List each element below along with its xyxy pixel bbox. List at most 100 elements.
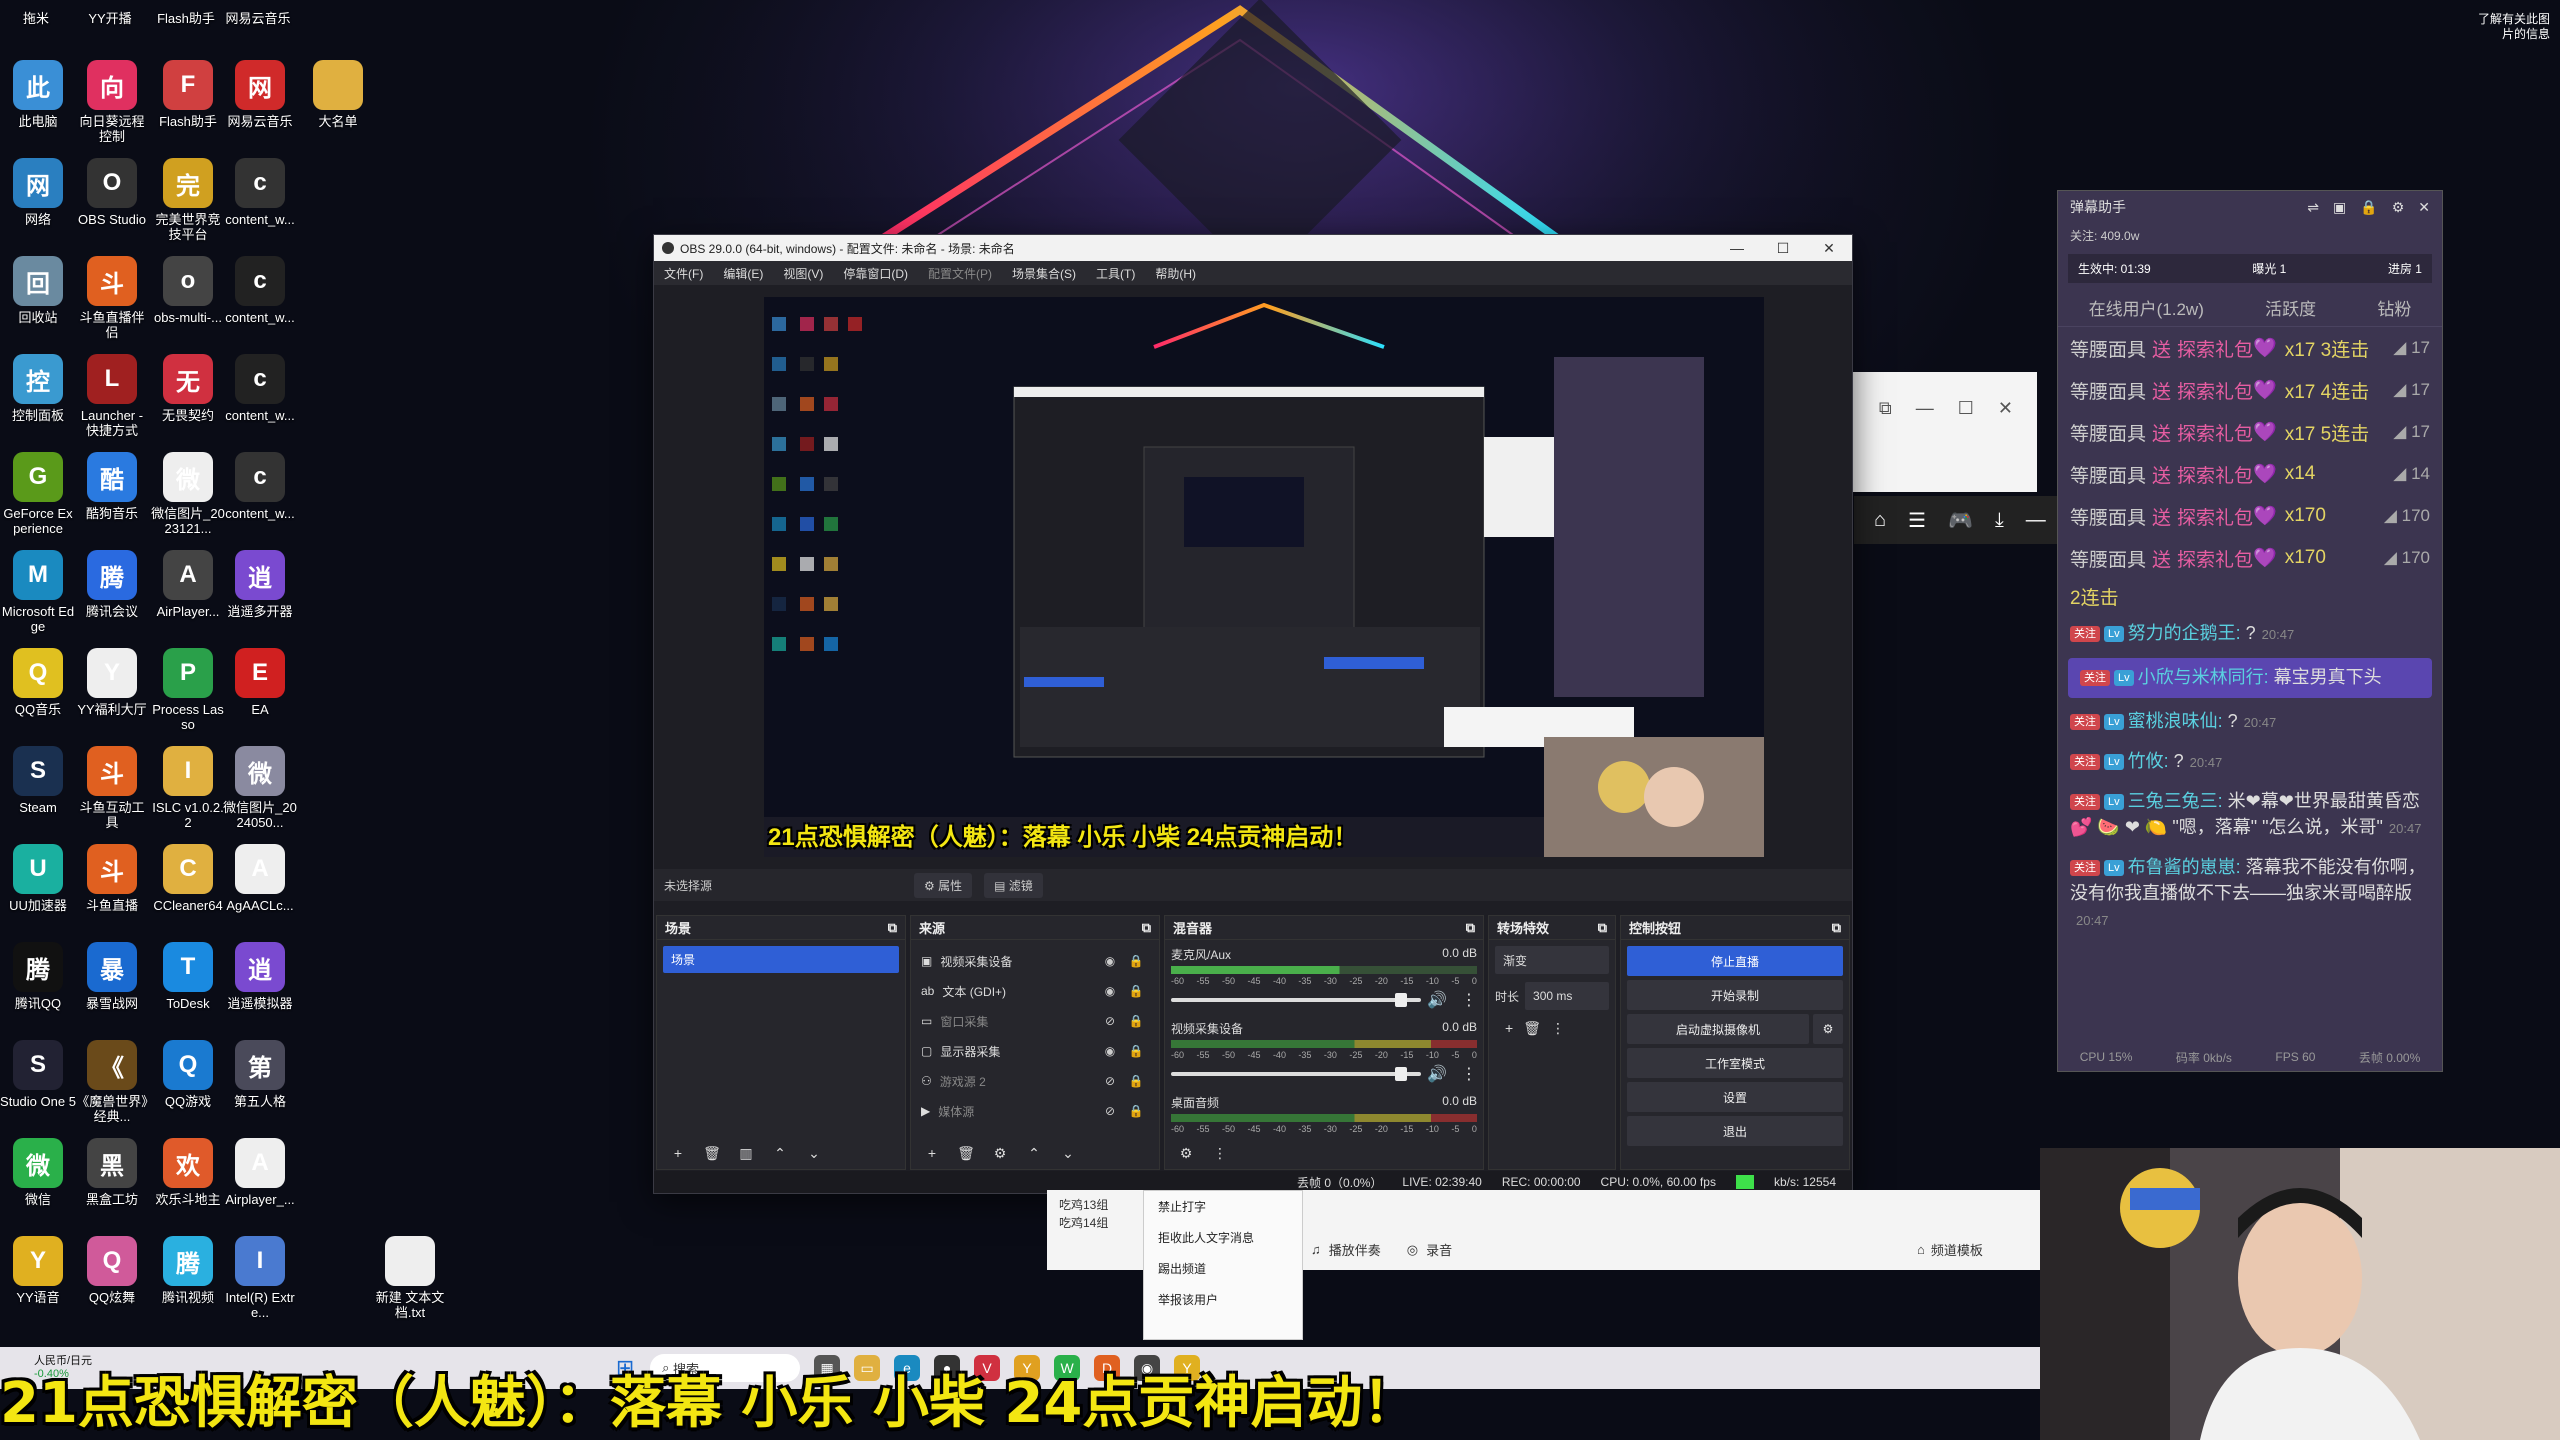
desktop-icon[interactable]: C CCleaner64 — [150, 844, 226, 913]
menu-item[interactable]: 停靠窗口(D) — [833, 265, 918, 282]
source-row[interactable]: ab 文本 (GDI+) ◉ 🔒 — [917, 976, 1153, 1006]
desktop-icon[interactable]: P Process Lasso — [150, 648, 226, 732]
move-down-icon[interactable]: ⌄ — [799, 1141, 829, 1165]
close-button[interactable]: ✕ — [1806, 240, 1852, 257]
remove-source-icon[interactable]: 🗑 — [951, 1141, 981, 1165]
desktop-icon[interactable]: 腾腾讯视频 — [150, 1236, 226, 1305]
add-source-icon[interactable]: + — [917, 1141, 947, 1165]
menu-item[interactable]: 工具(T) — [1086, 265, 1145, 282]
source-row[interactable]: ⚇ 游戏源 2 ⊘ 🔒 — [917, 1066, 1153, 1096]
undock-icon[interactable]: ⧉ — [1598, 920, 1607, 936]
desktop-icon[interactable]: 微微信图片_2024050... — [222, 746, 298, 830]
desktop-icon[interactable]: 酷酷狗音乐 — [74, 452, 150, 521]
desktop-top-label[interactable]: 网易云音乐 — [220, 8, 296, 27]
add-transition-icon[interactable]: + — [1505, 1020, 1513, 1037]
list-icon[interactable]: ☰ — [1908, 508, 1926, 533]
desktop-icon[interactable]: 回回收站 — [0, 256, 76, 325]
settings-icon[interactable]: ⚙ — [2392, 199, 2405, 216]
desktop-icon[interactable]: 斗斗鱼直播 — [74, 844, 150, 913]
danmu-tab[interactable]: 钻粉 — [2377, 295, 2411, 320]
desktop-icon[interactable]: E EA — [222, 648, 298, 717]
scene-item[interactable]: 场景 — [663, 946, 899, 973]
undock-icon[interactable]: ⧉ — [888, 920, 897, 936]
home-icon[interactable]: ⌂ — [1874, 509, 1886, 532]
menu-item[interactable]: 编辑(E) — [713, 265, 773, 282]
desktop-icon[interactable]: 腾腾讯会议 — [74, 550, 150, 619]
eye-icon[interactable]: ◉ — [1097, 1044, 1123, 1058]
channel-template-button[interactable]: 频道模板 — [1931, 1240, 1983, 1259]
desktop-icon[interactable]: 网网络 — [0, 158, 76, 227]
desktop-icon[interactable]: 逍逍遥多开器 — [222, 550, 298, 619]
volume-slider[interactable] — [1171, 993, 1422, 1007]
desktop-icon[interactable]: M Microsoft Edge — [0, 550, 76, 634]
remove-transition-icon[interactable]: 🗑 — [1523, 1020, 1541, 1037]
menu-item-report[interactable]: 举报该用户 — [1144, 1284, 1302, 1315]
filters-button[interactable]: ▤ 滤镜 — [984, 872, 1043, 898]
chat-username[interactable]: 竹攸: — [2128, 751, 2169, 771]
desktop-top-label[interactable]: YY开播 — [72, 8, 148, 27]
desktop-icon[interactable]: U UU加速器 — [0, 844, 76, 913]
desktop-icon[interactable]: 第第五人格 — [222, 1040, 298, 1109]
collapse-icon[interactable]: ⤓ — [1995, 509, 2004, 532]
move-up-icon[interactable]: ⌃ — [765, 1141, 795, 1165]
restore-icon[interactable]: ⧉ — [1879, 398, 1892, 419]
remove-scene-icon[interactable]: 🗑 — [697, 1141, 727, 1165]
transition-menu-icon[interactable]: ⋮ — [1551, 1020, 1565, 1037]
desktop-icon[interactable]: 控控制面板 — [0, 354, 76, 423]
lock-icon[interactable]: 🔒 — [1123, 1074, 1149, 1088]
desktop-icon[interactable]: A AirPlayer... — [150, 550, 226, 619]
desktop-icon[interactable]: O OBS Studio — [74, 158, 150, 227]
desktop-icon[interactable]: o obs-multi-... — [150, 256, 226, 325]
obs-preview[interactable]: 21点恐惧解密（人魅）：落幕 小乐 小柴 24点贡神启动！ — [764, 297, 1764, 857]
desktop-icon[interactable]: 黑黑盒工坊 — [74, 1138, 150, 1207]
desktop-icon[interactable]: 腾腾讯QQ — [0, 942, 76, 1011]
maximize-icon[interactable]: ☐ — [1958, 398, 1974, 419]
start-recording-button[interactable]: 开始录制 — [1627, 980, 1843, 1010]
chat-username[interactable]: 三兔三兔三: — [2128, 791, 2223, 811]
move-up-icon[interactable]: ⌃ — [1019, 1141, 1049, 1165]
minimize-icon[interactable]: — — [1916, 398, 1934, 419]
minimize-button[interactable]: — — [1714, 240, 1760, 257]
menu-item-block-messages[interactable]: 拒收此人文字消息 — [1144, 1222, 1302, 1253]
chat-username[interactable]: 蜜桃浪味仙: — [2128, 711, 2223, 731]
source-row[interactable]: ▶ 媒体源 ⊘ 🔒 — [917, 1096, 1153, 1126]
desktop-icon[interactable]: I Intel(R) Extre... — [222, 1236, 298, 1320]
desktop-icon[interactable]: S Studio One 5 — [0, 1040, 76, 1109]
desktop-icon[interactable]: S Steam — [0, 746, 76, 815]
desktop-icon[interactable]: 完完美世界竞技平台 — [150, 158, 226, 242]
properties-button[interactable]: ⚙ 属性 — [914, 872, 973, 898]
chat-username[interactable]: 小欣与米林同行: — [2138, 667, 2269, 687]
lock-icon[interactable]: 🔒 — [1123, 984, 1149, 998]
speaker-icon[interactable]: 🔊 — [1427, 1064, 1447, 1084]
mixer-menu-icon[interactable]: ⋮ — [1205, 1141, 1235, 1165]
obs-titlebar[interactable]: OBS 29.0.0 (64-bit, windows) - 配置文件: 未命名… — [654, 235, 1852, 261]
lock-icon[interactable]: 🔒 — [1123, 1104, 1149, 1118]
source-row[interactable]: ▣ 视频采集设备 ◉ 🔒 — [917, 946, 1153, 976]
desktop-icon[interactable]: 微微信 — [0, 1138, 76, 1207]
undock-icon[interactable]: ⧉ — [1832, 920, 1841, 936]
minimize-icon[interactable]: — — [2026, 509, 2046, 532]
desktop-icon[interactable]: Y YY福利大厅 — [74, 648, 150, 717]
desktop-icon[interactable]: Y YY语音 — [0, 1236, 76, 1305]
desktop-icon[interactable]: 逍逍遥模拟器 — [222, 942, 298, 1011]
maximize-button[interactable]: ☐ — [1760, 240, 1806, 257]
channel-menu-icon[interactable]: ⋮ — [1461, 1064, 1477, 1084]
undock-icon[interactable]: ⧉ — [1142, 920, 1151, 936]
eye-icon[interactable]: ◉ — [1097, 984, 1123, 998]
image-info-link[interactable]: 了解有关此图片的信息 — [2470, 12, 2550, 42]
add-scene-icon[interactable]: + — [663, 1141, 693, 1165]
accompaniment-button[interactable]: 播放伴奏 — [1329, 1240, 1381, 1259]
source-settings-icon[interactable]: ⚙ — [985, 1141, 1015, 1165]
desktop-icon[interactable]: T ToDesk — [150, 942, 226, 1011]
close-icon[interactable]: ✕ — [2418, 199, 2430, 216]
desktop-icon[interactable]: 网网易云音乐 — [222, 60, 298, 129]
undock-icon[interactable]: ⧉ — [1466, 920, 1475, 936]
desktop-icon[interactable]: F Flash助手 — [150, 60, 226, 129]
danmu-tab[interactable]: 活跃度 — [2265, 295, 2316, 320]
duration-input[interactable]: 300 ms — [1525, 982, 1609, 1010]
virtual-camera-settings-icon[interactable]: ⚙ — [1813, 1014, 1843, 1044]
desktop-icon[interactable]: G GeForce Experience — [0, 452, 76, 536]
eye-icon[interactable]: ◉ — [1097, 954, 1123, 968]
start-virtual-camera-button[interactable]: 启动虚拟摄像机 — [1627, 1014, 1809, 1044]
desktop-icon[interactable]: 《《魔兽世界》经典... — [74, 1040, 150, 1124]
